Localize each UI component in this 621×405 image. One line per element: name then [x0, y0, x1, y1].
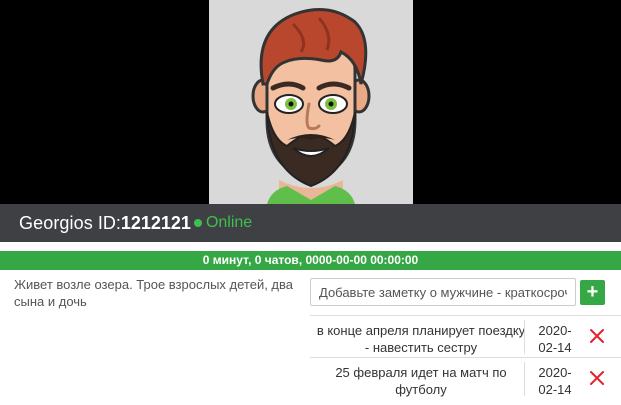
profile-about: Живет возле озера. Трое взрослых детей, …	[14, 277, 294, 309]
stats-summary: 0 минут, 0 чатов, 0000-00-00 00:00:00	[0, 251, 621, 270]
avatar	[209, 0, 413, 204]
add-note-button[interactable]: +	[580, 280, 605, 305]
online-status: Online	[205, 214, 253, 231]
notes-list: в конце апреля планирует поездку - навес…	[310, 315, 621, 399]
profile-name: Georgios	[19, 212, 93, 233]
note-input[interactable]	[310, 278, 576, 306]
note-row: в конце апреля планирует поездку - навес…	[310, 315, 621, 358]
note-date: 2020-02-14	[538, 323, 572, 355]
profile-name-bar: Georgios ID: 1212121 Online	[0, 204, 621, 242]
profile-page: Georgios ID: 1212121 Online 0 минут, 0 ч…	[0, 0, 621, 405]
note-text: в конце апреля планирует поездку - навес…	[316, 323, 526, 355]
profile-id-value: 1212121	[120, 212, 191, 233]
close-icon[interactable]	[589, 370, 605, 386]
online-status-dot-icon	[193, 219, 202, 227]
note-row: 25 февраля идет на матч по футболу 2020-…	[310, 357, 621, 399]
profile-hero	[0, 0, 621, 204]
note-text: 25 февраля идет на матч по футболу	[335, 365, 507, 397]
note-divider	[524, 362, 525, 396]
profile-id-label: ID:	[97, 212, 121, 233]
note-divider	[524, 320, 525, 354]
cartoon-man-avatar-icon	[209, 0, 413, 204]
close-icon[interactable]	[589, 328, 605, 344]
note-date: 2020-02-14	[538, 365, 572, 397]
